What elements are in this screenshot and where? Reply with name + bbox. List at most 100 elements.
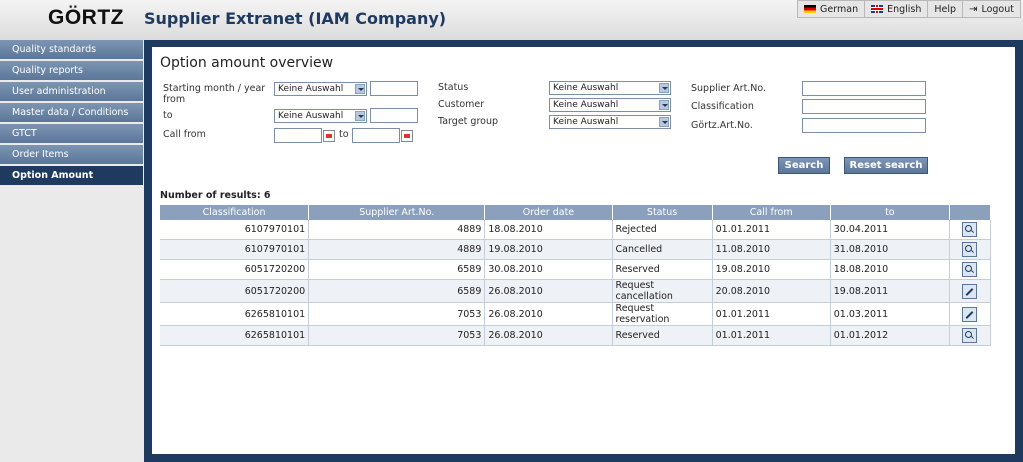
sidebar-item-gtct[interactable]: GTCT	[0, 124, 143, 143]
sidebar-item-option-amount[interactable]: Option Amount	[0, 166, 143, 185]
logout-link[interactable]: ⇥ Logout	[962, 1, 1020, 17]
cell-status: Reserved	[612, 259, 713, 280]
col-action	[949, 205, 992, 220]
magnifier-icon[interactable]	[962, 222, 978, 237]
cell-action	[949, 259, 992, 280]
col-status[interactable]: Status	[612, 205, 713, 220]
sidebar-item-master-data[interactable]: Master data / Conditions	[0, 103, 143, 122]
call-to-input[interactable]	[352, 128, 400, 143]
table-row: 6265810101 7053 26.08.2010 Request reser…	[160, 302, 992, 326]
status-label: Status	[438, 82, 469, 93]
cell-action	[949, 302, 992, 326]
col-to[interactable]: to	[830, 205, 950, 220]
cell-supplier-artno: 7053	[308, 325, 486, 346]
starting-year-input[interactable]	[370, 81, 418, 96]
cell-action	[949, 220, 992, 240]
cell-status: Cancelled	[612, 239, 713, 260]
supplier-artno-input[interactable]	[802, 81, 926, 96]
cell-action	[949, 325, 992, 346]
magnifier-icon[interactable]	[962, 328, 978, 343]
magnifier-icon[interactable]	[962, 262, 978, 277]
uk-flag-icon	[871, 5, 884, 13]
table-row: 6265810101 7053 26.08.2010 Reserved 01.0…	[160, 325, 992, 346]
cell-to: 31.08.2010	[830, 239, 950, 260]
classification-input[interactable]	[802, 99, 926, 114]
col-order-date[interactable]: Order date	[484, 205, 613, 220]
help-link[interactable]: Help	[927, 1, 962, 17]
customer-label: Customer	[438, 99, 485, 110]
cell-to: 01.01.2012	[830, 325, 950, 346]
cell-supplier-artno: 4889	[308, 220, 486, 240]
pencil-icon[interactable]	[962, 306, 978, 322]
cell-classification: 6051720200	[160, 279, 310, 303]
cell-order-date: 30.08.2010	[484, 259, 613, 280]
reset-search-button[interactable]: Reset search	[844, 157, 928, 174]
chevron-down-icon	[355, 84, 365, 94]
app-title: Supplier Extranet (IAM Company)	[144, 9, 447, 28]
table-row: 6051720200 6589 30.08.2010 Reserved 19.0…	[160, 259, 992, 280]
table-row: 6051720200 6589 26.08.2010 Request cance…	[160, 279, 992, 303]
customer-select[interactable]: Keine Auswahl	[549, 98, 671, 112]
col-call-from[interactable]: Call from	[712, 205, 831, 220]
call-from-input[interactable]	[274, 128, 322, 143]
goertz-artno-input[interactable]	[802, 118, 926, 133]
cell-to: 18.08.2010	[830, 259, 950, 280]
target-group-label: Target group	[438, 116, 499, 127]
cell-supplier-artno: 4889	[308, 239, 486, 260]
cell-call-from: 01.01.2011	[712, 302, 831, 326]
supplier-artno-label: Supplier Art.No.	[691, 83, 767, 94]
sidebar-item-quality-standards[interactable]: Quality standards	[0, 40, 143, 59]
magnifier-icon[interactable]	[962, 242, 978, 257]
table-header-row: Classification Supplier Art.No. Order da…	[160, 205, 992, 220]
language-german[interactable]: German	[798, 1, 864, 17]
cell-action	[949, 239, 992, 260]
call-from-label: Call from	[163, 129, 206, 140]
starting-month-select[interactable]: Keine Auswahl	[274, 82, 367, 96]
language-english[interactable]: English	[864, 1, 927, 17]
goertz-artno-label: Görtz.Art.No.	[691, 120, 753, 131]
classification-label: Classification	[691, 101, 754, 112]
to-month-select[interactable]: Keine Auswahl	[274, 109, 367, 123]
top-nav: German English Help ⇥ Logout	[797, 0, 1021, 18]
cell-call-from: 19.08.2010	[712, 259, 831, 280]
cell-classification: 6107970101	[160, 239, 310, 260]
cell-call-from: 01.01.2011	[712, 325, 831, 346]
logo: GÖRTZ	[48, 6, 124, 29]
cell-classification: 6265810101	[160, 302, 310, 326]
page-title: Option amount overview	[160, 55, 334, 71]
cell-call-from: 20.08.2010	[712, 279, 831, 303]
logout-icon: ⇥	[969, 3, 978, 15]
header: GÖRTZ Supplier Extranet (IAM Company) Ge…	[0, 0, 1023, 40]
cell-status: Rejected	[612, 220, 713, 240]
starting-month-label: Starting month / year from	[163, 83, 266, 105]
chevron-down-icon	[659, 100, 669, 110]
pencil-icon[interactable]	[962, 283, 978, 299]
cell-to: 01.03.2011	[830, 302, 950, 326]
cell-call-from: 01.01.2011	[712, 220, 831, 240]
status-select[interactable]: Keine Auswahl	[549, 81, 671, 95]
col-classification[interactable]: Classification	[160, 205, 310, 220]
search-button[interactable]: Search	[778, 157, 830, 174]
calendar-icon[interactable]	[323, 130, 335, 142]
to-label: to	[163, 110, 173, 121]
cell-order-date: 19.08.2010	[484, 239, 613, 260]
cell-order-date: 18.08.2010	[484, 220, 613, 240]
cell-classification: 6051720200	[160, 259, 310, 280]
col-supplier-artno[interactable]: Supplier Art.No.	[308, 205, 486, 220]
sidebar-item-quality-reports[interactable]: Quality reports	[0, 61, 143, 80]
results-table: Classification Supplier Art.No. Order da…	[160, 205, 992, 346]
cell-classification: 6265810101	[160, 325, 310, 346]
chevron-down-icon	[659, 83, 669, 93]
table-row: 6107970101 4889 18.08.2010 Rejected 01.0…	[160, 220, 992, 240]
cell-order-date: 26.08.2010	[484, 279, 613, 303]
to-year-input[interactable]	[370, 108, 418, 123]
chevron-down-icon	[355, 111, 365, 121]
cell-action	[949, 279, 992, 303]
cell-to: 30.04.2011	[830, 220, 950, 240]
cell-call-from: 11.08.2010	[712, 239, 831, 260]
target-group-select[interactable]: Keine Auswahl	[549, 115, 671, 129]
sidebar-item-order-items[interactable]: Order Items	[0, 145, 143, 164]
cell-to: 19.08.2011	[830, 279, 950, 303]
sidebar-item-user-administration[interactable]: User administration	[0, 82, 143, 101]
calendar-icon[interactable]	[401, 130, 413, 142]
